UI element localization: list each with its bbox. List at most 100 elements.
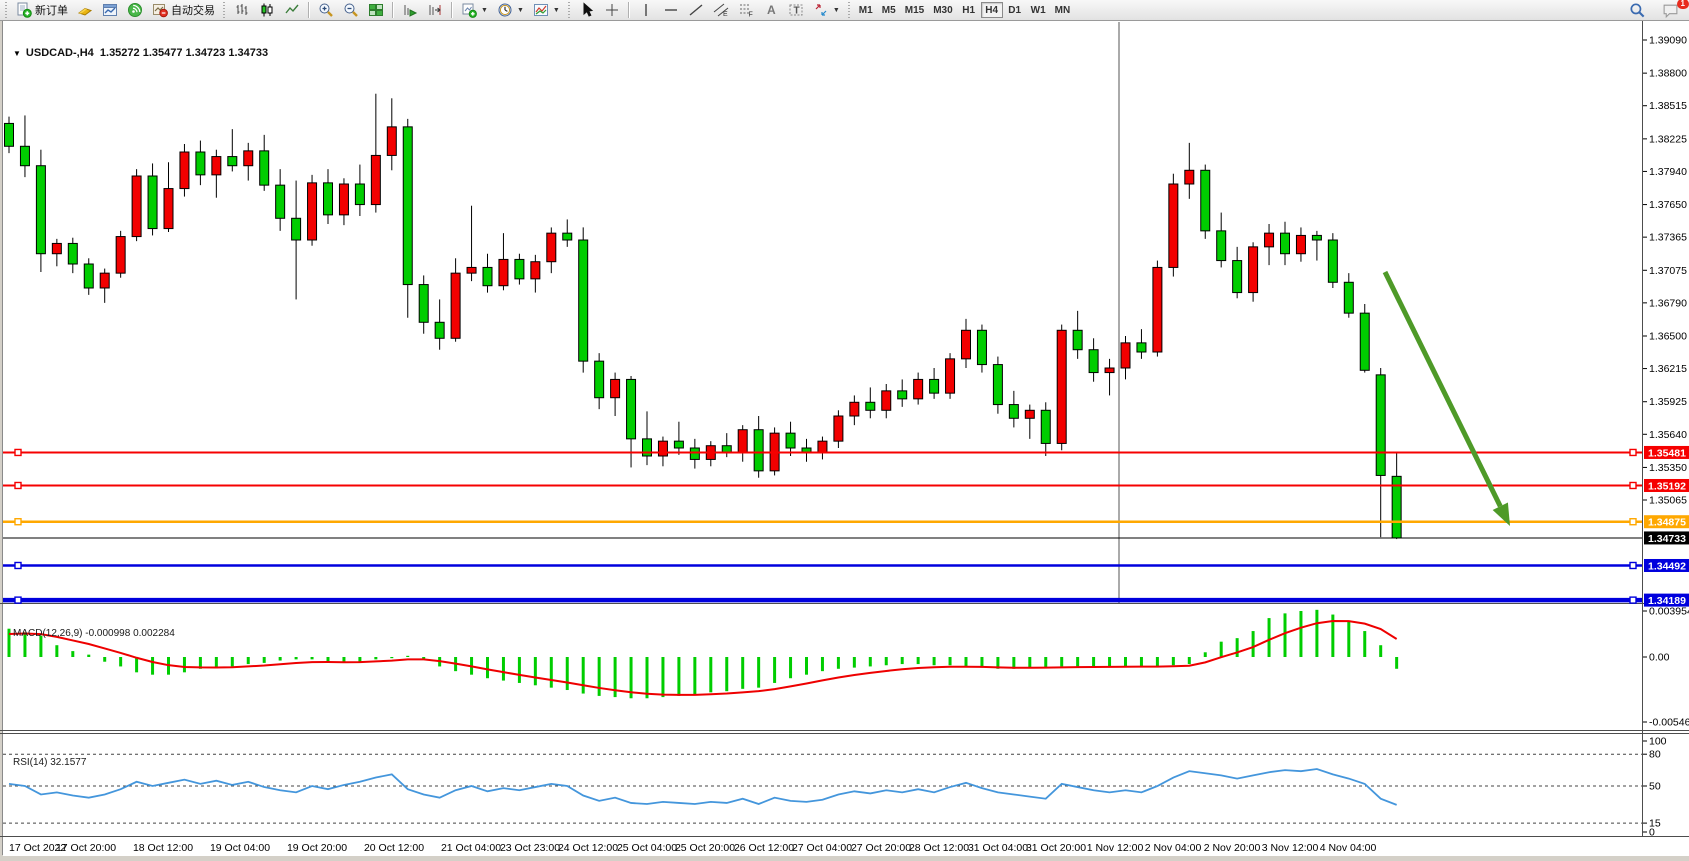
candlestick	[563, 233, 572, 240]
timeframe-mn-button[interactable]: MN	[1051, 2, 1075, 18]
chat-badge: 1	[1677, 0, 1689, 9]
toolbar-grip[interactable]	[222, 2, 227, 18]
trend-arrow-line[interactable]	[1385, 272, 1500, 506]
line-handle[interactable]	[1630, 519, 1636, 525]
candlestick	[579, 240, 588, 361]
timeframe-h1-button[interactable]: H1	[958, 2, 980, 18]
text-tool-button[interactable]: A	[759, 1, 783, 19]
timeframe-m1-button[interactable]: M1	[855, 2, 877, 18]
periods-button[interactable]: ▼	[493, 1, 528, 19]
line-handle[interactable]	[1630, 482, 1636, 488]
chart-shift-button[interactable]	[423, 1, 447, 19]
signals-icon	[127, 2, 143, 18]
toolbar-separator	[308, 2, 310, 18]
auto-scroll-button[interactable]	[398, 1, 422, 19]
new-chart-button[interactable]: ▼	[457, 1, 492, 19]
chart-title-dropdown-icon[interactable]: ▼	[13, 49, 21, 58]
zoom-out-button[interactable]	[339, 1, 363, 19]
search-button[interactable]	[1625, 2, 1650, 20]
tile-windows-button[interactable]	[364, 1, 388, 19]
autotrading-label: 自动交易	[171, 2, 215, 18]
toolbar-grip[interactable]	[847, 2, 852, 18]
candlestick-chart-button[interactable]	[255, 1, 279, 19]
line-handle[interactable]	[1630, 562, 1636, 568]
bar-chart-button[interactable]	[230, 1, 254, 19]
cursor-tool-button[interactable]	[575, 1, 599, 19]
candlestick	[1328, 240, 1337, 282]
timeframe-m15-button[interactable]: M15	[901, 2, 928, 18]
timeframe-d1-button[interactable]: D1	[1004, 2, 1026, 18]
candlestick	[1105, 368, 1114, 373]
macd-indicator-label: MACD(12,26,9) -0.000998 0.002284	[13, 628, 175, 639]
market-watch-button[interactable]	[98, 1, 122, 19]
crosshair-tool-button[interactable]	[600, 1, 624, 19]
time-axis-label: 21 Oct 04:00	[441, 842, 501, 854]
gold-ingot-button[interactable]	[73, 1, 97, 19]
timeframe-h4-button[interactable]: H4	[981, 2, 1003, 18]
autotrading-button[interactable]: 自动交易	[148, 1, 219, 19]
line-handle[interactable]	[15, 519, 21, 525]
timeframe-m30-button[interactable]: M30	[929, 2, 956, 18]
macd-axis-label: 0.003954	[1649, 606, 1689, 618]
candlestick	[228, 157, 237, 166]
candlestick	[483, 267, 492, 285]
candlestick	[898, 391, 907, 399]
new-chart-icon	[461, 2, 477, 18]
time-axis-label: 23 Oct 23:00	[500, 842, 560, 854]
line-handle[interactable]	[1630, 449, 1636, 455]
mt4-terminal: { "toolbar": { "new_order_label": "新订单",…	[0, 0, 1689, 861]
candlestick	[611, 379, 620, 397]
candlestick-chart-icon	[259, 2, 275, 18]
time-axis-label: 17 Oct 20:00	[56, 842, 116, 854]
new-order-button[interactable]: 新订单	[12, 1, 72, 19]
candlestick	[1121, 343, 1130, 368]
candlestick	[1201, 170, 1210, 231]
zoom-in-button[interactable]	[314, 1, 338, 19]
window-bottom-edge	[0, 856, 1689, 861]
fibonacci-tool-button[interactable]: F	[734, 1, 758, 19]
text-label-tool-button[interactable]: T	[784, 1, 808, 19]
candlestick	[355, 184, 364, 205]
line-handle[interactable]	[15, 562, 21, 568]
candlestick	[116, 237, 125, 274]
templates-button[interactable]: ▼	[529, 1, 564, 19]
chat-button[interactable]: 1	[1658, 2, 1683, 20]
chart-title: ▼USDCAD-,H4 1.35272 1.35477 1.34723 1.34…	[13, 47, 268, 59]
toolbar-grip[interactable]	[4, 2, 9, 18]
chart-shift-icon	[427, 2, 443, 18]
line-handle[interactable]	[15, 597, 21, 603]
line-handle[interactable]	[1630, 597, 1636, 603]
price-chart: 1.390901.388001.385151.382251.379401.376…	[0, 0, 1689, 861]
toolbar-grip[interactable]	[567, 2, 572, 18]
horizontal-line-tool-button[interactable]	[659, 1, 683, 19]
line-chart-button[interactable]	[280, 1, 304, 19]
auto-scroll-icon	[402, 2, 418, 18]
vertical-line-tool-button[interactable]	[634, 1, 658, 19]
price-axis-label: 1.36790	[1649, 297, 1687, 309]
candlestick	[164, 189, 173, 229]
signals-button[interactable]	[123, 1, 147, 19]
dropdown-caret: ▼	[517, 7, 524, 14]
timeframe-w1-button[interactable]: W1	[1027, 2, 1050, 18]
candlestick	[324, 183, 333, 215]
candlestick	[850, 402, 859, 416]
chart-symbol-period: USDCAD-,H4	[26, 47, 94, 59]
fibonacci-icon: F	[738, 2, 754, 18]
trendline-tool-button[interactable]	[684, 1, 708, 19]
candlestick	[818, 441, 827, 452]
candlestick	[276, 185, 285, 218]
time-axis-label: 19 Oct 04:00	[210, 842, 270, 854]
channel-tool-button[interactable]: E	[709, 1, 733, 19]
price-axis-label: 1.38800	[1649, 68, 1687, 80]
svg-text:E: E	[723, 11, 728, 18]
rsi-axis-label: 50	[1649, 781, 1661, 793]
line-handle[interactable]	[15, 449, 21, 455]
price-axis-label: 1.37075	[1649, 265, 1687, 277]
tile-windows-icon	[368, 2, 384, 18]
zoom-in-icon	[318, 2, 334, 18]
line-handle[interactable]	[15, 482, 21, 488]
timeframe-m5-button[interactable]: M5	[878, 2, 900, 18]
price-axis-label: 1.35640	[1649, 429, 1687, 441]
candlestick	[244, 151, 253, 166]
arrows-tool-button[interactable]: ▼	[809, 1, 844, 19]
